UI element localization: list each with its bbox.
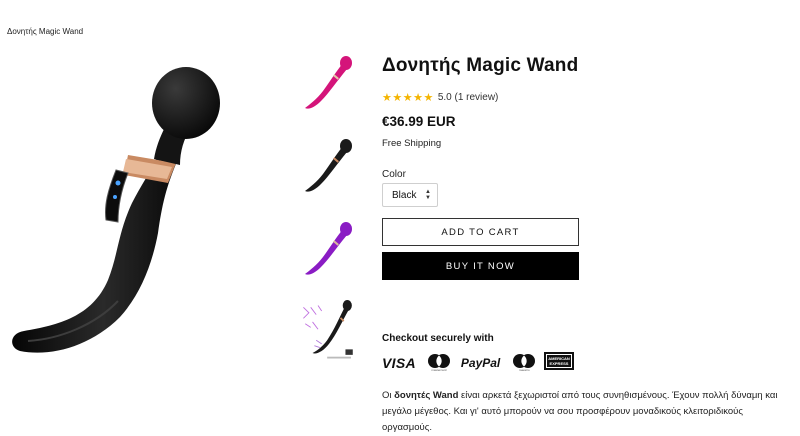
add-to-cart-button[interactable]: ADD TO CART: [382, 218, 579, 246]
paypal-icon: PayPal: [460, 356, 501, 370]
star-rating-icon: ★★★★★: [382, 92, 434, 104]
payment-icons: VISA mastercard PayPal maestro AMERICAN …: [382, 351, 575, 375]
maestro-icon: maestro: [513, 354, 536, 372]
description-keyword: δονητές Wand: [394, 390, 459, 401]
buy-it-now-button[interactable]: BUY IT NOW: [382, 252, 579, 280]
product-price: €36.99 EUR: [382, 114, 456, 129]
visa-icon: VISA: [382, 355, 416, 371]
color-label: Color: [382, 169, 406, 180]
checkout-label: Checkout securely with: [382, 333, 494, 344]
thumbnail-purple[interactable]: [297, 219, 361, 283]
select-arrows-icon: ▲ ▼: [425, 189, 431, 201]
color-select-value: Black: [392, 189, 417, 201]
rating-text: 5.0 (1 review): [437, 92, 499, 103]
mastercard-icon: mastercard: [427, 354, 450, 372]
rating[interactable]: ★★★★★ 5.0 (1 review): [382, 91, 498, 104]
product-title: Δονητής Magic Wand: [382, 55, 579, 76]
breadcrumb[interactable]: Δονητής Magic Wand: [7, 27, 83, 36]
product-description: Οι δονητές Wand είναι αρκετά ξεχωριστοί …: [382, 390, 778, 433]
thumbnail-black[interactable]: [297, 136, 361, 200]
svg-text:EXPRESS: EXPRESS: [550, 361, 569, 366]
amex-icon: AMERICAN EXPRESS: [544, 351, 575, 375]
thumbnail-detail[interactable]: [297, 300, 361, 370]
shipping-info: Free Shipping: [382, 138, 442, 149]
color-select[interactable]: Black ▲ ▼: [382, 183, 438, 207]
thumbnail-pink[interactable]: [297, 53, 361, 117]
product-main-image: [0, 55, 270, 375]
